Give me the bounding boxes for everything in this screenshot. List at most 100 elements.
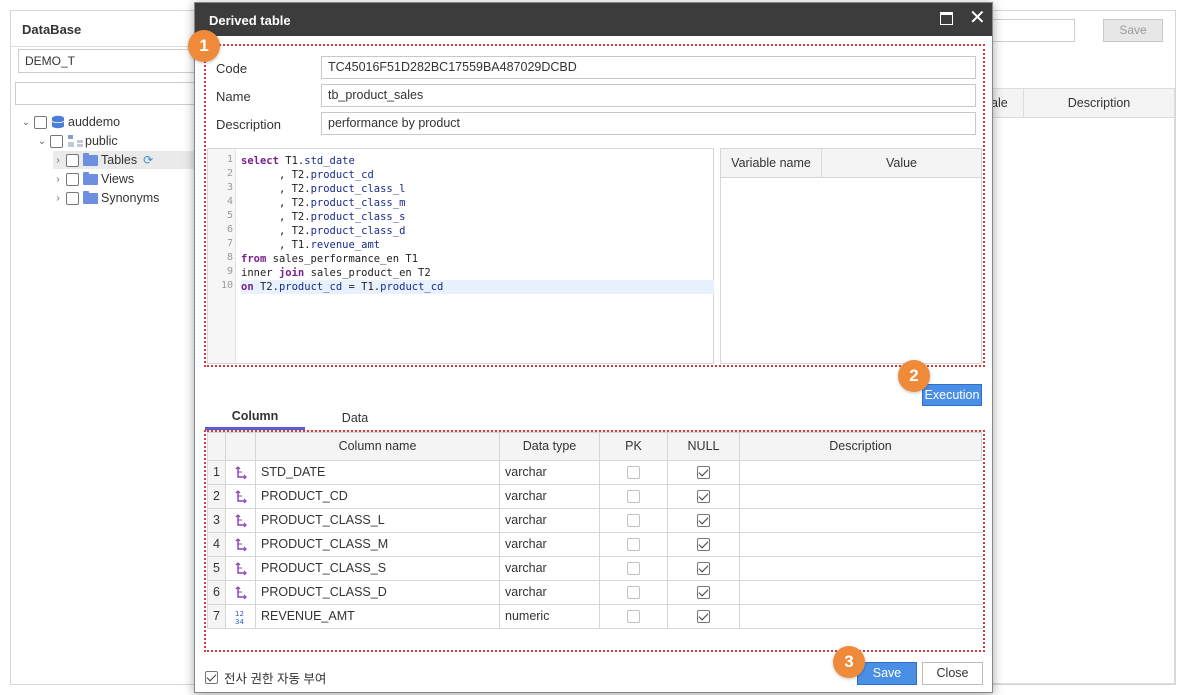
right-panel-input[interactable] [990,19,1075,42]
null-checkbox[interactable] [697,490,710,504]
execution-button[interactable]: Execution [922,384,982,406]
column-name-cell[interactable]: PRODUCT_CLASS_S [256,557,500,581]
null-checkbox[interactable] [697,562,710,576]
sql-editor[interactable]: 1 2 3 4 5 6 7 8 9 10 select T1.std_date , T2.prod… [207,148,714,364]
description-cell[interactable] [740,581,983,605]
tree-node-checkbox[interactable] [66,153,79,167]
tree-node-checkbox[interactable] [66,191,79,205]
type-icon-header [226,433,256,460]
null-checkbox[interactable] [697,586,710,600]
pk-cell [600,581,668,605]
data-type-cell[interactable]: varchar [500,509,600,533]
data-type-cell[interactable]: varchar [500,557,600,581]
tree-node-synonyms[interactable]: › Synonyms [53,189,159,207]
sql-code-line: , T2.product_class_d [278,225,406,237]
data-type-header[interactable]: Data type [500,433,600,460]
tree-node-checkbox[interactable] [66,172,79,186]
chevron-down-icon[interactable]: ⌄ [21,117,31,128]
step-badge-1: 1 [188,30,220,62]
table-row[interactable]: 5 PRODUCT_CLASS_S varchar [207,557,983,581]
pk-checkbox[interactable] [627,562,640,576]
tree-node-auddemo[interactable]: ⌄ auddemo [21,113,120,131]
tree-node-checkbox[interactable] [34,115,47,129]
description-label: Description [216,117,282,132]
pk-checkbox[interactable] [627,538,640,552]
description-cell[interactable] [740,605,983,629]
pk-checkbox[interactable] [627,466,640,480]
null-header[interactable]: NULL [668,433,740,460]
name-field[interactable]: tb_product_sales [321,84,976,107]
refresh-icon[interactable]: ⟳ [143,153,153,167]
column-name-cell[interactable]: PRODUCT_CD [256,485,500,509]
sql-code-line: inner join sales_product_en T2 [241,267,431,279]
pk-header[interactable]: PK [600,433,668,460]
pk-cell [600,533,668,557]
null-checkbox[interactable] [697,466,710,480]
chevron-right-icon[interactable]: › [53,155,63,166]
value-header[interactable]: Value [822,149,981,178]
column-name-cell[interactable]: REVENUE_AMT [256,605,500,629]
description-cell[interactable] [740,509,983,533]
description-cell[interactable] [740,485,983,509]
variable-name-header[interactable]: Variable name [721,149,822,178]
close-icon[interactable]: ✕ [969,7,986,29]
tree-search-input[interactable] [15,82,200,105]
close-button[interactable]: Close [922,662,983,685]
chevron-down-icon[interactable]: ⌄ [37,136,47,147]
column-name-cell[interactable]: PRODUCT_CLASS_D [256,581,500,605]
column-name-cell[interactable]: STD_DATE [256,461,500,485]
pk-checkbox[interactable] [627,490,640,504]
background-grid-header-cell[interactable]: Description [1024,89,1174,117]
column-name-header[interactable]: Column name [256,433,500,460]
table-row[interactable]: 2 PRODUCT_CD varchar [207,485,983,509]
background-save-button[interactable]: Save [1103,19,1163,42]
description-field[interactable]: performance by product [321,112,976,135]
data-type-cell[interactable]: varchar [500,581,600,605]
background-grid-header-cell[interactable]: ale [991,89,1024,117]
tree-node-public[interactable]: ⌄ public [37,132,118,150]
null-checkbox[interactable] [697,538,710,552]
data-type-cell[interactable]: varchar [500,461,600,485]
tree-node-checkbox[interactable] [50,134,63,148]
data-type-cell[interactable]: varchar [500,485,600,509]
description-cell[interactable] [740,557,983,581]
name-label: Name [216,89,251,104]
tree-node-views[interactable]: › Views [53,170,134,188]
description-cell[interactable] [740,533,983,557]
column-name-cell[interactable]: PRODUCT_CLASS_L [256,509,500,533]
description-header[interactable]: Description [740,433,981,460]
table-row[interactable]: 7 12 34 REVENUE_AMT numeric [207,605,983,629]
null-checkbox[interactable] [697,610,710,624]
line-number: 5 [226,210,233,221]
save-button[interactable]: Save [857,662,917,685]
dialog-titlebar[interactable]: Derived table ✕ [195,3,992,36]
table-row[interactable]: 6 PRODUCT_CLASS_D varchar [207,581,983,605]
sql-code-line: , T1.revenue_amt [278,239,381,251]
data-type-cell[interactable]: numeric [500,605,600,629]
sql-code-line: , T2.product_class_m [278,197,406,209]
description-cell[interactable] [740,461,983,485]
string-type-icon [235,513,247,528]
table-row[interactable]: 3 PRODUCT_CLASS_L varchar [207,509,983,533]
auto-grant-option[interactable]: 전사 권한 자동 부여 [205,668,326,687]
pk-cell [600,461,668,485]
pk-checkbox[interactable] [627,610,640,624]
data-type-cell[interactable]: varchar [500,533,600,557]
tab-data[interactable]: Data [315,408,395,432]
pk-checkbox[interactable] [627,514,640,528]
code-field[interactable]: TC45016F51D282BC17559BA487029DCBD [321,56,976,79]
auto-grant-checkbox[interactable] [205,671,218,684]
maximize-icon[interactable] [940,12,953,25]
pk-checkbox[interactable] [627,586,640,600]
tree-node-tables[interactable]: › Tables ⟳ [53,151,203,169]
tab-column[interactable]: Column [205,406,305,430]
table-row[interactable]: 4 PRODUCT_CLASS_M varchar [207,533,983,557]
null-checkbox[interactable] [697,514,710,528]
column-name-cell[interactable]: PRODUCT_CLASS_M [256,533,500,557]
table-row[interactable]: 1 STD_DATE varchar [207,461,983,485]
chevron-right-icon[interactable]: › [53,193,63,204]
sql-code-line: , T2.product_cd [278,169,374,181]
null-cell [668,581,740,605]
chevron-right-icon[interactable]: › [53,174,63,185]
database-select[interactable]: DEMO_T [18,49,198,73]
